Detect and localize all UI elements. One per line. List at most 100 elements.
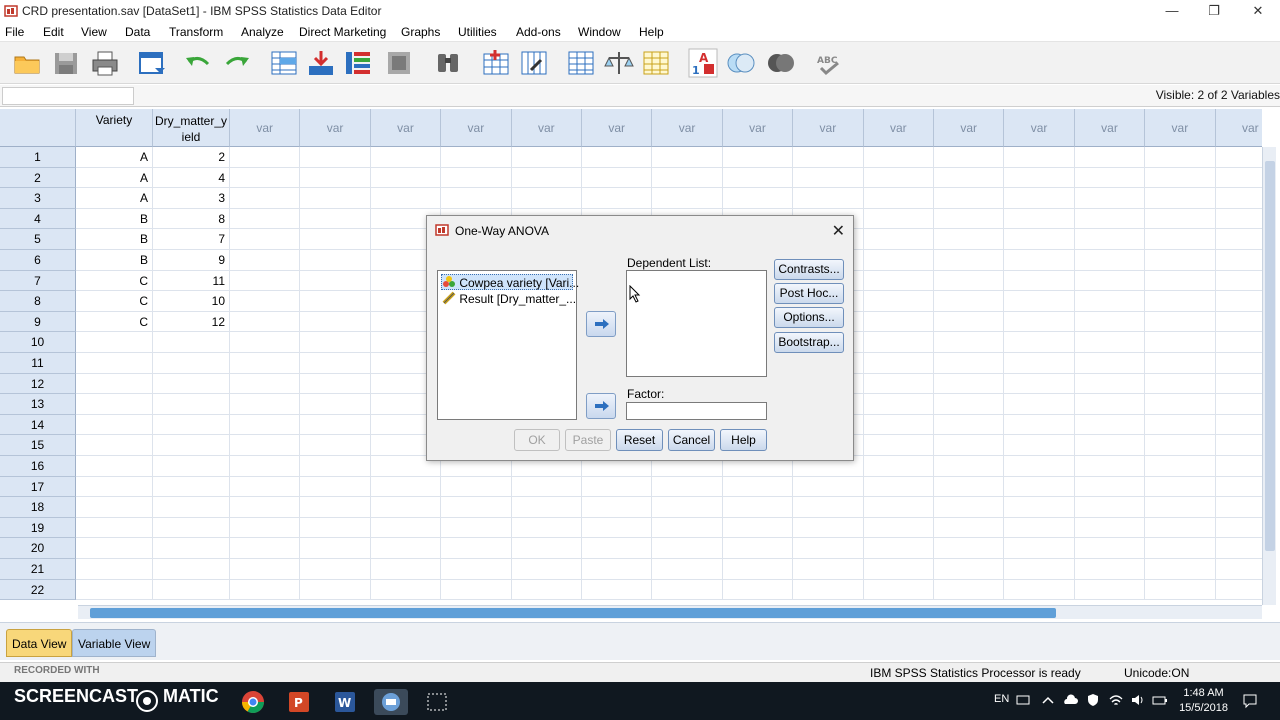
table-cell[interactable]	[652, 188, 723, 209]
table-cell[interactable]	[863, 538, 934, 559]
row-header[interactable]: 5	[0, 229, 76, 250]
table-cell[interactable]	[300, 188, 371, 209]
table-cell[interactable]	[1145, 311, 1216, 333]
table-cell[interactable]	[934, 167, 1005, 189]
table-cell[interactable]	[230, 435, 301, 456]
table-cell[interactable]	[370, 538, 442, 559]
menu-file[interactable]: File	[5, 25, 24, 39]
table-cell[interactable]: B	[76, 208, 153, 230]
table-cell[interactable]	[652, 167, 723, 189]
table-cell[interactable]	[934, 250, 1005, 271]
column-header-var[interactable]: var	[582, 109, 653, 147]
column-header-dry-matter-yield[interactable]: Dry_matter_y ield	[153, 109, 230, 147]
table-cell[interactable]	[793, 538, 864, 559]
snipping-tool-icon[interactable]	[424, 689, 450, 715]
cell-name-box[interactable]	[2, 87, 134, 105]
table-cell[interactable]	[1004, 229, 1075, 250]
vertical-scrollbar-thumb[interactable]	[1265, 161, 1275, 551]
row-header[interactable]: 17	[0, 476, 76, 498]
bootstrap-button[interactable]: Bootstrap...	[774, 332, 844, 353]
table-cell[interactable]	[582, 517, 653, 539]
restore-button[interactable]: ❐	[1204, 2, 1224, 20]
table-cell[interactable]	[722, 188, 794, 209]
table-cell[interactable]	[230, 414, 301, 436]
powerpoint-icon[interactable]: P	[286, 689, 312, 715]
menu-help[interactable]: Help	[639, 25, 664, 39]
table-cell[interactable]	[1074, 332, 1146, 353]
table-cell[interactable]	[511, 579, 582, 601]
table-cell[interactable]	[230, 456, 301, 477]
table-cell[interactable]	[511, 517, 582, 539]
column-header-var[interactable]: var	[722, 109, 794, 147]
battery-icon[interactable]	[1152, 693, 1168, 707]
table-cell[interactable]	[511, 538, 582, 559]
table-cell[interactable]	[441, 476, 512, 498]
table-cell[interactable]	[1074, 167, 1146, 189]
table-cell[interactable]	[230, 476, 301, 498]
table-cell[interactable]: A	[76, 147, 153, 168]
table-cell[interactable]	[1215, 456, 1262, 477]
table-cell[interactable]	[793, 188, 864, 209]
table-cell[interactable]	[1215, 394, 1262, 415]
table-cell[interactable]: 12	[153, 311, 230, 333]
table-cell[interactable]	[300, 167, 371, 189]
table-cell[interactable]	[863, 517, 934, 539]
table-cell[interactable]	[153, 456, 230, 477]
table-cell[interactable]	[1145, 208, 1216, 230]
table-cell[interactable]	[370, 476, 442, 498]
table-cell[interactable]	[300, 497, 371, 518]
table-cell[interactable]	[1004, 373, 1075, 395]
language-indicator[interactable]: EN	[994, 693, 1009, 705]
row-header[interactable]: 8	[0, 291, 76, 312]
table-cell[interactable]	[1004, 167, 1075, 189]
table-cell[interactable]	[1004, 270, 1075, 292]
table-cell[interactable]	[230, 250, 301, 271]
menu-edit[interactable]: Edit	[43, 25, 64, 39]
table-cell[interactable]	[153, 579, 230, 601]
table-cell[interactable]	[582, 147, 653, 168]
table-cell[interactable]	[652, 559, 723, 580]
table-cell[interactable]	[1215, 580, 1262, 601]
table-cell[interactable]	[863, 414, 934, 436]
table-cell[interactable]	[934, 394, 1005, 415]
column-header-var[interactable]: var	[863, 109, 934, 147]
table-cell[interactable]	[153, 497, 230, 518]
table-cell[interactable]	[934, 311, 1005, 333]
table-cell[interactable]	[934, 579, 1005, 601]
row-header[interactable]: 18	[0, 497, 76, 518]
table-cell[interactable]	[863, 435, 934, 456]
table-cell[interactable]	[300, 353, 371, 374]
table-cell[interactable]	[934, 497, 1005, 518]
table-cell[interactable]	[1145, 291, 1216, 312]
table-cell[interactable]	[1145, 353, 1216, 374]
use-sets-icon[interactable]	[726, 48, 756, 78]
security-shield-icon[interactable]	[1086, 693, 1100, 707]
row-header[interactable]: 22	[0, 579, 76, 601]
table-cell[interactable]	[1145, 147, 1216, 168]
table-cell[interactable]	[1004, 208, 1075, 230]
table-cell[interactable]	[153, 332, 230, 353]
table-cell[interactable]: C	[76, 311, 153, 333]
table-cell[interactable]	[511, 559, 582, 580]
print-icon[interactable]	[90, 48, 120, 78]
table-cell[interactable]	[300, 559, 371, 580]
post-hoc-button[interactable]: Post Hoc...	[774, 283, 844, 304]
value-labels-icon[interactable]: A1	[688, 48, 718, 78]
table-cell[interactable]	[1145, 538, 1216, 559]
table-cell[interactable]: 4	[153, 167, 230, 189]
table-cell[interactable]	[370, 497, 442, 518]
table-cell[interactable]: 9	[153, 250, 230, 271]
table-cell[interactable]	[230, 188, 301, 209]
table-cell[interactable]	[652, 147, 723, 168]
table-cell[interactable]	[1074, 270, 1146, 292]
table-cell[interactable]	[230, 497, 301, 518]
table-cell[interactable]	[230, 559, 301, 580]
table-cell[interactable]	[934, 373, 1005, 395]
table-cell[interactable]	[1074, 456, 1146, 477]
table-cell[interactable]	[1074, 579, 1146, 601]
table-cell[interactable]	[582, 538, 653, 559]
column-header-var[interactable]: var	[1074, 109, 1146, 147]
table-cell[interactable]	[1074, 476, 1146, 498]
table-cell[interactable]	[370, 167, 442, 189]
table-cell[interactable]	[722, 497, 794, 518]
